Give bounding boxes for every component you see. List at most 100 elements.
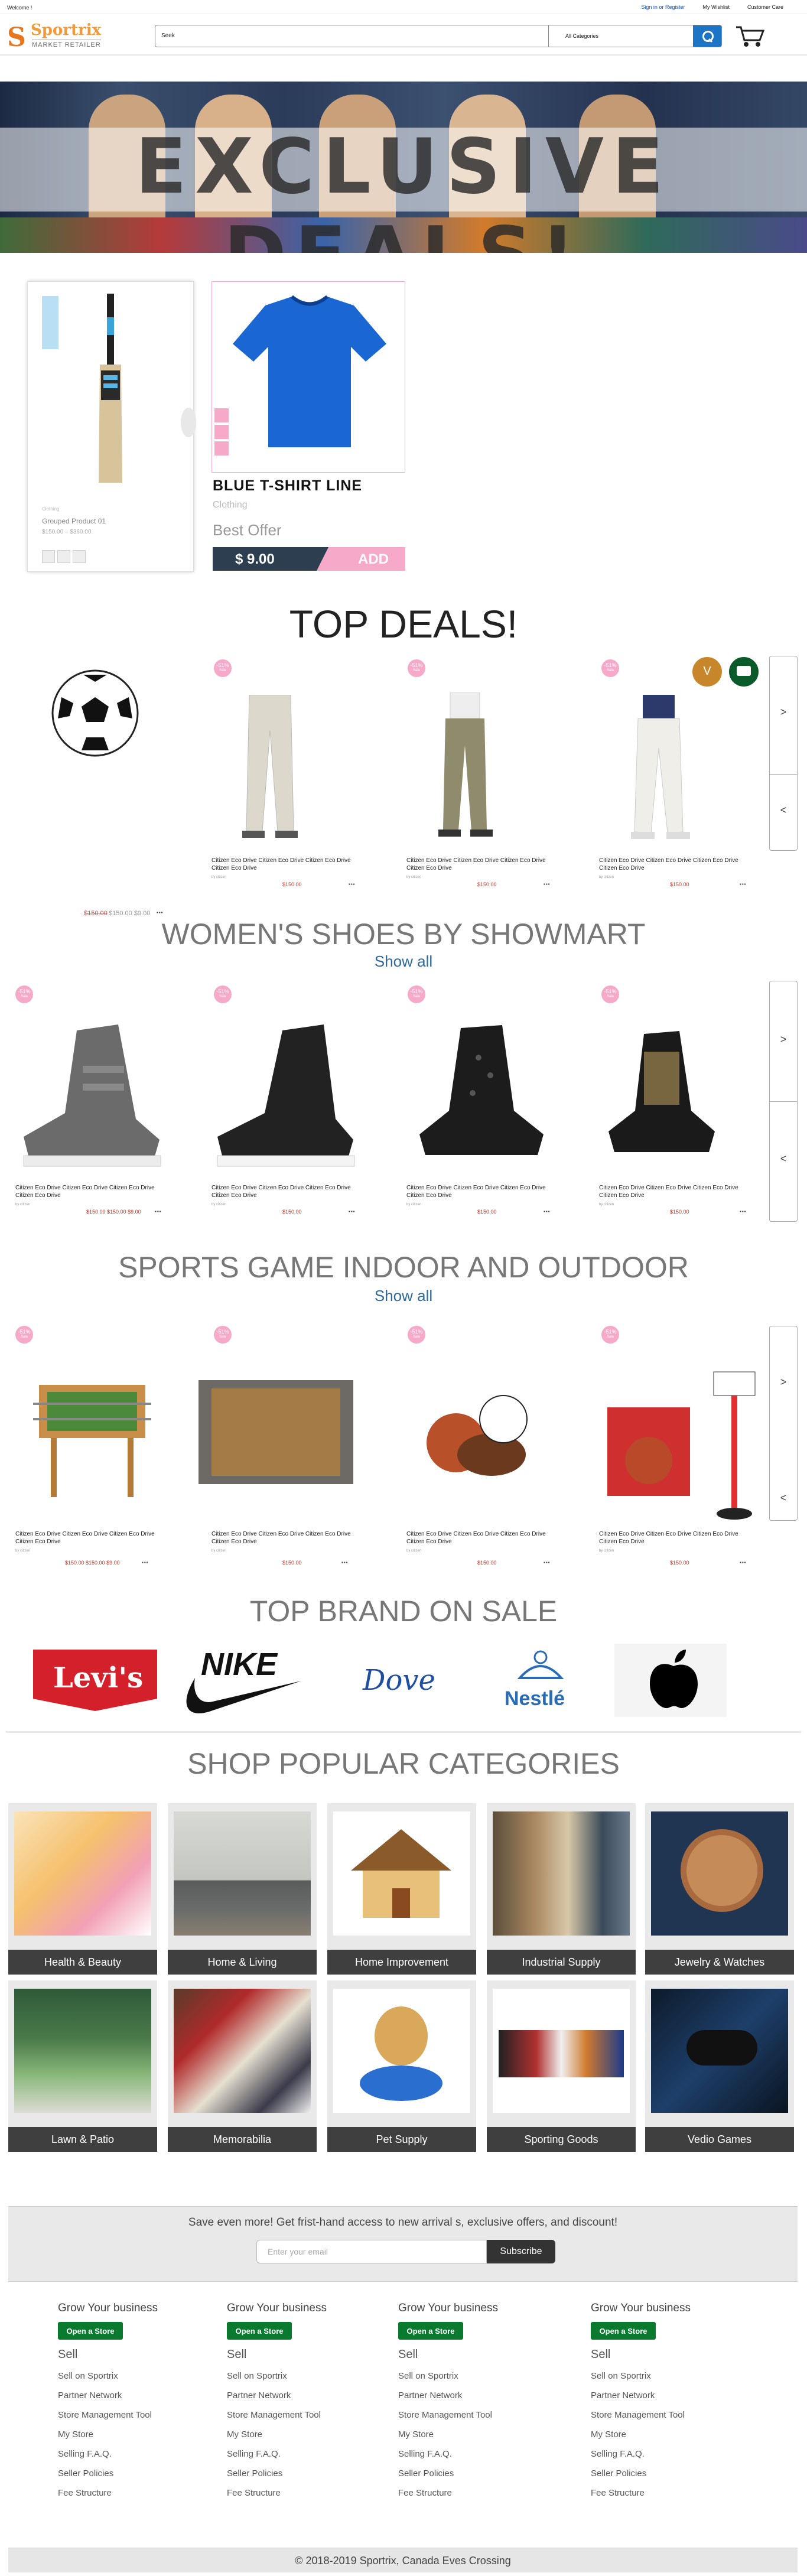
footer-link[interactable]: Selling F.A.Q. — [58, 2449, 194, 2459]
customer-care-link[interactable]: Customer Care — [747, 4, 783, 10]
side-wishlist-icon[interactable] — [214, 425, 229, 439]
product-name[interactable]: Citizen Eco Drive Citizen Eco Drive Citi… — [211, 1530, 356, 1546]
footer-link[interactable]: My Store — [227, 2429, 363, 2440]
next-arrow-icon[interactable]: > — [770, 1033, 797, 1046]
product-name[interactable]: Citizen Eco Drive Citizen Eco Drive Citi… — [406, 1184, 551, 1199]
brand-nike-logo[interactable]: NIKE — [177, 1642, 307, 1719]
cart-icon[interactable] — [733, 22, 768, 48]
category-tile-home-living[interactable]: Home & Living — [168, 1803, 317, 1975]
category-tile-pet-supply[interactable]: Pet Supply — [327, 1980, 476, 2152]
product-name[interactable]: Citizen Eco Drive Citizen Eco Drive Citi… — [211, 857, 356, 872]
signin-link[interactable]: Sign in or Register — [641, 4, 685, 10]
footer-link[interactable]: Selling F.A.Q. — [227, 2449, 363, 2459]
more-options-icon[interactable]: ▪▪▪ — [544, 882, 551, 887]
footer-link[interactable]: Seller Policies — [58, 2468, 194, 2479]
more-options-icon[interactable]: ▪▪▪ — [544, 1560, 551, 1565]
more-options-icon[interactable]: ▪▪▪ — [155, 1209, 162, 1214]
more-options-icon[interactable]: ▪▪▪ — [544, 1209, 551, 1214]
footer-link[interactable]: My Store — [398, 2429, 534, 2440]
wishlist-icon[interactable] — [57, 550, 70, 563]
product-name[interactable]: Citizen Eco Drive Citizen Eco Drive Citi… — [15, 1184, 160, 1199]
category-tile-lawn-patio[interactable]: Lawn & Patio — [8, 1980, 157, 2152]
product-name[interactable]: Citizen Eco Drive Citizen Eco Drive Citi… — [406, 857, 551, 872]
footer-link[interactable]: Store Management Tool — [591, 2410, 727, 2420]
hero-banner[interactable]: EXCLUSIVE DEALS! — [0, 82, 807, 253]
product-name[interactable]: Citizen Eco Drive Citizen Eco Drive Citi… — [15, 1530, 160, 1546]
site-logo[interactable]: S Sportrix MARKET RETAILER — [7, 20, 143, 53]
footer-link[interactable]: Seller Policies — [398, 2468, 534, 2479]
footer-link[interactable]: My Store — [591, 2429, 727, 2440]
add-to-cart-button[interactable]: ADD — [317, 547, 405, 571]
product-name[interactable]: Citizen Eco Drive Citizen Eco Drive Citi… — [211, 1184, 356, 1199]
subscribe-button[interactable]: Subscribe — [487, 2240, 555, 2263]
footer-link[interactable]: Partner Network — [227, 2390, 363, 2401]
search-input[interactable]: Seek — [161, 32, 175, 39]
search-button[interactable] — [693, 25, 721, 47]
product-name[interactable]: Citizen Eco Drive Citizen Eco Drive Citi… — [406, 1530, 551, 1546]
wishlist-link[interactable]: My Wishlist — [702, 4, 730, 10]
more-options-icon[interactable]: ▪▪▪ — [142, 1560, 149, 1565]
prev-arrow-icon[interactable]: < — [770, 804, 797, 817]
compare-icon[interactable] — [42, 550, 55, 563]
product-name[interactable]: Citizen Eco Drive Citizen Eco Drive Citi… — [599, 857, 744, 872]
category-select[interactable]: All Categories — [548, 25, 693, 47]
brand-nestle-logo[interactable]: Nestlé — [502, 1642, 579, 1713]
footer-link[interactable]: Store Management Tool — [227, 2410, 363, 2420]
footer-link[interactable]: Selling F.A.Q. — [398, 2449, 534, 2459]
brand-levis-logo[interactable]: Levi's — [33, 1650, 157, 1711]
featured-image-frame[interactable] — [211, 281, 405, 473]
category-tile-sporting-goods[interactable]: Sporting Goods — [487, 1980, 636, 2152]
more-options-icon[interactable]: ▪▪▪ — [341, 1560, 349, 1565]
brand-apple-tile[interactable] — [614, 1644, 727, 1717]
category-tile-video-games[interactable]: Vedio Games — [645, 1980, 794, 2152]
brand-dove-logo[interactable]: Dove — [354, 1660, 449, 1702]
category-tile-home-improvement[interactable]: Home Improvement — [327, 1803, 476, 1975]
footer-link[interactable]: Sell on Sportrix — [398, 2371, 534, 2381]
footer-link[interactable]: Sell on Sportrix — [591, 2371, 727, 2381]
footer-link[interactable]: Selling F.A.Q. — [591, 2449, 727, 2459]
womens-show-all-link[interactable]: Show all — [0, 952, 807, 971]
category-tile-industrial-supply[interactable]: Industrial Supply — [487, 1803, 636, 1975]
more-options-icon[interactable]: ▪▪▪ — [740, 1560, 747, 1565]
more-options-icon[interactable]: ▪▪▪ — [157, 910, 164, 915]
quick-view-icon[interactable] — [73, 550, 86, 563]
newsletter-email-input[interactable]: Enter your email — [256, 2240, 487, 2263]
footer-link[interactable]: Fee Structure — [398, 2488, 534, 2498]
next-arrow-icon[interactable]: > — [770, 1376, 797, 1388]
footer-link[interactable]: My Store — [58, 2429, 194, 2440]
side-compare-icon[interactable] — [214, 408, 229, 422]
carousel-prev-button[interactable] — [181, 408, 196, 437]
product-title[interactable]: Grouped Product 01 — [42, 517, 106, 525]
featured-product-card[interactable]: Clothing Grouped Product 01 $150.00 – $3… — [27, 281, 194, 572]
footer-link[interactable]: Seller Policies — [591, 2468, 727, 2479]
footer-link[interactable]: Sell on Sportrix — [58, 2371, 194, 2381]
footer-link[interactable]: Fee Structure — [58, 2488, 194, 2498]
footer-link[interactable]: Seller Policies — [227, 2468, 363, 2479]
footer-link[interactable]: Store Management Tool — [398, 2410, 534, 2420]
footer-link[interactable]: Partner Network — [398, 2390, 534, 2401]
footer-link[interactable]: Store Management Tool — [58, 2410, 194, 2420]
open-store-button[interactable]: Open a Store — [227, 2322, 292, 2340]
footer-link[interactable]: Fee Structure — [591, 2488, 727, 2498]
prev-arrow-icon[interactable]: < — [770, 1153, 797, 1165]
open-store-button[interactable]: Open a Store — [398, 2322, 463, 2340]
prev-arrow-icon[interactable]: < — [770, 1492, 797, 1504]
open-store-button[interactable]: Open a Store — [58, 2322, 123, 2340]
footer-link[interactable]: Partner Network — [58, 2390, 194, 2401]
featured-product-title[interactable]: BLUE T-SHIRT LINE — [213, 477, 362, 495]
open-store-button[interactable]: Open a Store — [591, 2322, 656, 2340]
more-options-icon[interactable]: ▪▪▪ — [349, 882, 356, 887]
more-options-icon[interactable]: ▪▪▪ — [349, 1209, 356, 1214]
user-avatar[interactable]: V — [692, 657, 722, 687]
next-arrow-icon[interactable]: > — [770, 706, 797, 718]
category-tile-jewelry-watches[interactable]: Jewelry & Watches — [645, 1803, 794, 1975]
category-tile-health-beauty[interactable]: Health & Beauty — [8, 1803, 157, 1975]
footer-link[interactable]: Sell on Sportrix — [227, 2371, 363, 2381]
chat-icon[interactable] — [729, 657, 759, 687]
side-view-icon[interactable] — [214, 441, 229, 456]
sports-show-all-link[interactable]: Show all — [0, 1287, 807, 1305]
more-options-icon[interactable]: ▪▪▪ — [740, 1209, 747, 1214]
product-name[interactable]: Citizen Eco Drive Citizen Eco Drive Citi… — [599, 1184, 744, 1199]
footer-link[interactable]: Partner Network — [591, 2390, 727, 2401]
footer-link[interactable]: Fee Structure — [227, 2488, 363, 2498]
